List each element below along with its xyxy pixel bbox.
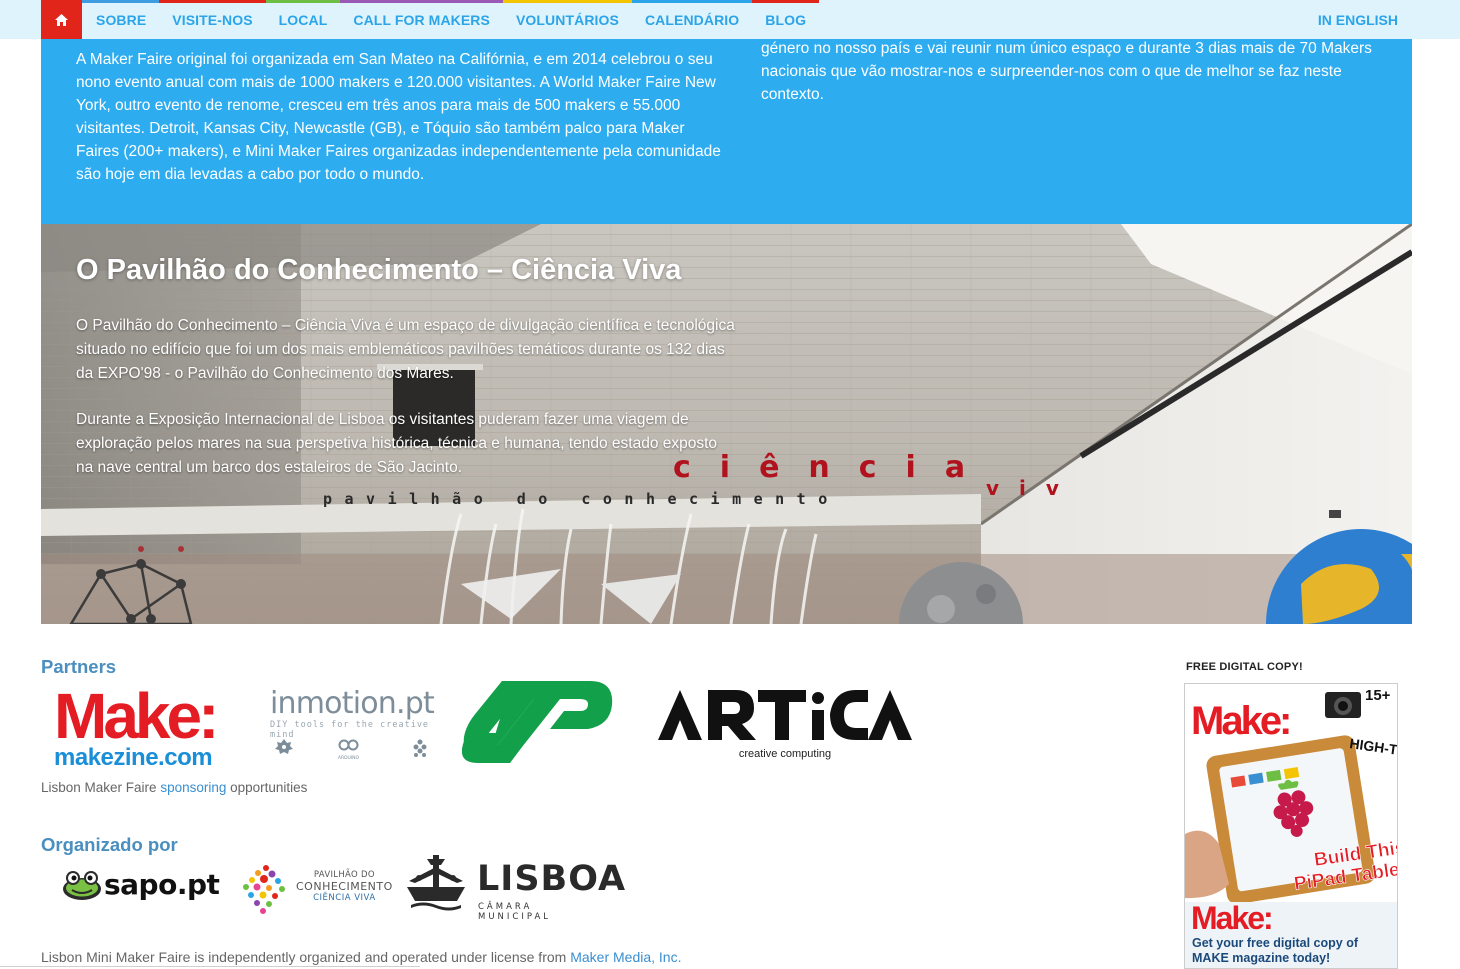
- home-icon: [55, 13, 68, 26]
- lisboa-ship-icon: [407, 855, 465, 911]
- inmotion-logo[interactable]: inmotion.pt DIY tools for the creative m…: [270, 686, 435, 762]
- artica-logo-mark: [658, 690, 912, 740]
- sponsoring-suffix: opportunities: [226, 780, 308, 795]
- magazine-cta-text: Get your free digital copy of MAKE magaz…: [1192, 936, 1358, 965]
- hero-paragraph-2: Durante a Exposição Internacional de Lis…: [76, 411, 718, 476]
- make-logo-url: makezine.com: [54, 744, 213, 771]
- cp-logo[interactable]: [461, 681, 614, 763]
- lisboa-logo-word: LISBOA: [477, 859, 627, 899]
- artica-logo[interactable]: creative computing: [658, 690, 912, 762]
- nav-sobre[interactable]: SOBRE: [82, 0, 160, 39]
- nav-local[interactable]: LOCAL: [265, 0, 341, 39]
- make-logo-word: Make:: [54, 680, 219, 752]
- home-button[interactable]: [41, 0, 82, 39]
- license-text: Lisbon Mini Maker Faire is independently…: [41, 949, 681, 965]
- sapo-logo[interactable]: sapo.pt: [62, 867, 220, 907]
- make-logo[interactable]: Make: makezine.com: [54, 680, 232, 771]
- pavilhao-logo-line2: CONHECIMENTO: [296, 880, 393, 893]
- maker-media-link[interactable]: Maker Media, Inc.: [570, 949, 681, 965]
- lisboa-logo-sub: CÂMARA MUNICIPAL: [478, 902, 551, 922]
- intro-left-text: A Maker Faire original foi organizada em…: [76, 51, 721, 183]
- wall-sign-viva: viv: [986, 476, 1079, 500]
- inmotion-logo-word: inmotion.pt: [270, 686, 435, 721]
- organizers-heading: Organizado por: [41, 834, 178, 855]
- wall-sign-pavilhao: pavilhão do conhecimento: [323, 490, 840, 508]
- sponsoring-text: Lisbon Maker Faire sponsoring opportunit…: [41, 780, 307, 795]
- magazine-cta-title: Make:: [1191, 900, 1274, 936]
- inmotion-arduino-label: ARDUINO: [338, 755, 360, 761]
- pavilhao-logo-text: PAVILHÃO DO CONHECIMENTO CIÊNCIA VIVA: [296, 870, 393, 903]
- magazine-cover: Make: 15+ HIGH-TECH DIY Build This PiPad…: [1185, 684, 1397, 904]
- hero-pavilion: ciência viv pavilhão do conhecimento O P…: [41, 224, 1412, 624]
- free-digital-copy-label: FREE DIGITAL COPY!: [1186, 661, 1303, 673]
- inmotion-brand-icons: ARDUINO: [275, 739, 427, 761]
- pavilhao-logo-line3: CIÊNCIA VIVA: [313, 893, 376, 903]
- nav-visite-nos[interactable]: VISITE-NOS: [159, 0, 267, 39]
- top-navigation: SOBRE VISITE-NOS LOCAL CALL FOR MAKERS V…: [0, 0, 1460, 39]
- frog-icon: [63, 871, 101, 900]
- partners-heading: Partners: [41, 656, 117, 677]
- cover-make-title: Make:: [1191, 699, 1289, 743]
- cp-logo-mark: [461, 681, 613, 763]
- footer-divider: [0, 966, 420, 967]
- pavilhao-logo-line1: PAVILHÃO DO: [313, 870, 375, 880]
- nav-voluntarios[interactable]: VOLUNTÁRIOS: [502, 0, 632, 39]
- hero-title: O Pavilhão do Conhecimento – Ciência Viv…: [76, 254, 682, 286]
- sapo-logo-word: sapo.pt: [104, 868, 220, 901]
- nav-call-for-makers[interactable]: CALL FOR MAKERS: [340, 0, 503, 39]
- lisboa-logo[interactable]: LISBOA CÂMARA MUNICIPAL: [405, 853, 625, 922]
- pavilhao-dots-icon: [243, 865, 285, 914]
- language-english-link[interactable]: IN ENGLISH: [1318, 0, 1398, 39]
- make-magazine-ad[interactable]: Make: 15+ HIGH-TECH DIY Build This PiPad…: [1184, 683, 1398, 969]
- artica-logo-tag: creative computing: [738, 748, 832, 760]
- sponsoring-prefix: Lisbon Maker Faire: [41, 780, 161, 795]
- intro-right-body: género no nosso país e vai reunir num ún…: [761, 40, 1372, 103]
- nav-blog[interactable]: BLOG: [752, 0, 819, 39]
- nav-calendario[interactable]: CALENDÁRIO: [631, 0, 753, 39]
- pavilhao-conhecimento-logo[interactable]: PAVILHÃO DO CONHECIMENTO CIÊNCIA VIVA: [238, 862, 392, 916]
- cover-badge: 15+: [1365, 687, 1391, 704]
- license-prefix: Lisbon Mini Maker Faire is independently…: [41, 949, 571, 965]
- hero-paragraph-1: O Pavilhão do Conhecimento – Ciência Viv…: [76, 317, 735, 382]
- sponsoring-link[interactable]: sponsoring: [160, 780, 226, 795]
